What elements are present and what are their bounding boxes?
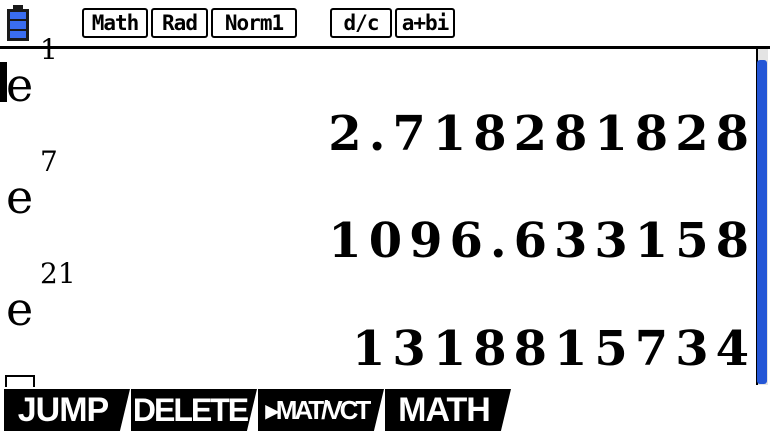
expression-exponent: 1	[40, 33, 58, 66]
history-result[interactable]: 1318815734	[352, 325, 756, 373]
calculator-screen: Math Rad Norm1 d/c a+bi e 1 2.718281828 …	[0, 0, 770, 434]
fraction-mode-badge: d/c	[330, 8, 392, 38]
expression-exponent: 7	[40, 145, 58, 178]
f1-jump-key[interactable]: JUMP	[4, 389, 130, 431]
input-mode-badge: Math	[82, 8, 148, 38]
f2-delete-key[interactable]: DELETE	[131, 389, 257, 431]
expression-base: e	[6, 58, 34, 112]
history-result[interactable]: 2.718281828	[328, 110, 756, 158]
expression-exponent: 21	[40, 257, 76, 290]
battery-icon	[7, 5, 29, 41]
divider	[0, 46, 770, 49]
f3-mat-vct-key[interactable]: ▸MAT/VCT	[258, 389, 384, 431]
function-key-bar: JUMP DELETE ▸MAT/VCT MATH	[0, 387, 770, 434]
f4-math-key[interactable]: MATH	[385, 389, 511, 431]
history-expression[interactable]: e 1	[6, 36, 58, 112]
scrollbar-thumb[interactable]	[757, 60, 767, 384]
history-expression[interactable]: e 21	[6, 260, 76, 336]
status-bar: Math Rad Norm1 d/c a+bi	[0, 0, 770, 46]
expression-base: e	[6, 170, 34, 224]
history-result[interactable]: 1096.633158	[328, 217, 756, 265]
complex-mode-badge: a+bi	[395, 8, 455, 38]
input-line-cursor[interactable]	[5, 375, 35, 387]
expression-base: e	[6, 282, 34, 336]
history-expression[interactable]: e 7	[6, 148, 58, 224]
display-format-badge: Norm1	[211, 8, 297, 38]
angle-unit-badge: Rad	[151, 8, 208, 38]
